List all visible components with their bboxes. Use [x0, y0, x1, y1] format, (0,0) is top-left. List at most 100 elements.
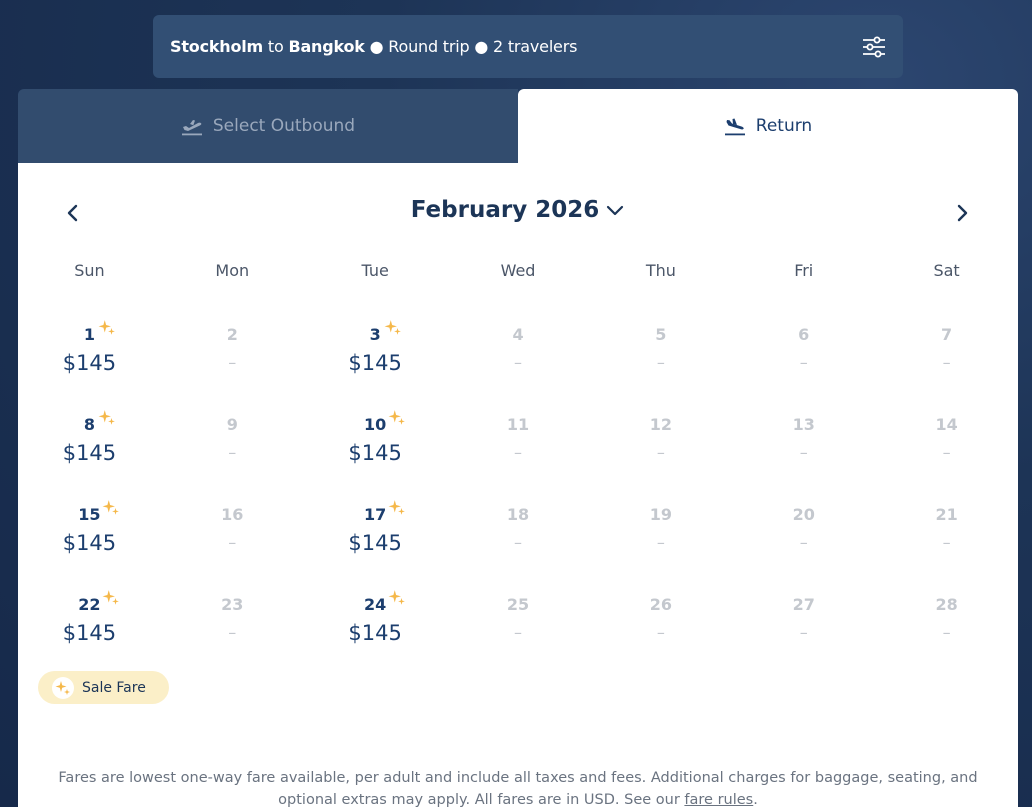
- calendar-day: 16 –: [161, 471, 304, 561]
- day-number: 24: [364, 595, 387, 614]
- calendar-day: 4–: [447, 291, 590, 381]
- trip-summary-bar[interactable]: Stockholm to Bangkok ● Round trip ● 2 tr…: [153, 15, 903, 78]
- tab-outbound-label: Select Outbound: [212, 116, 356, 136]
- no-fare-dash: –: [228, 533, 237, 552]
- day-number: 2: [226, 325, 238, 344]
- calendar-day[interactable]: 8 $145: [18, 381, 161, 471]
- fare-disclaimer: Fares are lowest one-way fare available,…: [38, 767, 998, 807]
- fare-price: $145: [62, 531, 117, 555]
- fare-price: $145: [62, 441, 117, 465]
- tab-return[interactable]: Return: [518, 89, 1018, 163]
- fare-rules-link[interactable]: fare rules: [684, 792, 753, 807]
- sale-sparkle-icon: [388, 590, 405, 605]
- calendar-day: 26 –: [589, 561, 732, 651]
- calendar-week: 8 $145 9–10 $145 11–12–13–14–: [18, 381, 1018, 471]
- sliders-icon[interactable]: [861, 34, 887, 60]
- calendar-day: 25 –: [447, 561, 590, 651]
- calendar-day[interactable]: 17 $145: [304, 471, 447, 561]
- no-fare-dash: –: [656, 443, 665, 462]
- day-number: 11: [506, 415, 530, 434]
- disclaimer-end: .: [753, 792, 758, 807]
- day-number: 21: [935, 505, 958, 524]
- legend-label: Sale Fare: [82, 679, 146, 696]
- no-fare-dash: –: [228, 623, 237, 642]
- sale-sparkle-icon: [388, 500, 405, 515]
- calendar-day[interactable]: 15 $145: [18, 471, 161, 561]
- calendar-day[interactable]: 24 $145: [304, 561, 447, 651]
- day-number: 6: [798, 325, 810, 344]
- month-navigation: February 2026: [18, 193, 1018, 233]
- next-month-button[interactable]: [948, 199, 976, 227]
- weekday-thu: Thu: [645, 261, 676, 280]
- origin-city: Stockholm: [170, 37, 264, 56]
- month-selector[interactable]: February 2026: [18, 197, 1018, 223]
- day-number: 19: [649, 505, 672, 524]
- calendar-week: 22 $145 23 – 24 $145 25 – 26 – 27 – 28 –: [18, 561, 1018, 651]
- fare-price: $145: [348, 351, 402, 375]
- day-number: 7: [941, 325, 953, 344]
- day-number: 9: [226, 415, 238, 434]
- sale-sparkle-icon: [102, 500, 119, 515]
- no-fare-dash: –: [656, 533, 665, 552]
- calendar-day[interactable]: 22 $145: [18, 561, 161, 651]
- calendar-week: 1 $145 2–3 $145 4–5–6–7–: [18, 291, 1018, 381]
- day-number: 4: [512, 325, 524, 344]
- calendar-day: 27 –: [732, 561, 875, 651]
- plane-landing-icon: [724, 118, 745, 136]
- day-number: 18: [506, 505, 530, 524]
- disclaimer-text: Fares are lowest one-way fare available,…: [58, 770, 978, 807]
- no-fare-dash: –: [942, 533, 951, 552]
- day-number: 12: [649, 415, 672, 434]
- calendar-day: 11 –: [447, 381, 590, 471]
- calendar-panel: February 2026 Sun Mon Tue Wed Thu Fri Sa…: [18, 163, 1018, 807]
- calendar-day: 19 –: [589, 471, 732, 561]
- day-number: 26: [649, 595, 672, 614]
- day-number: 27: [792, 595, 815, 614]
- no-fare-dash: –: [514, 443, 522, 462]
- calendar-week: 15 $145 16 – 17 $145 18 – 19 – 20 – 21 –: [18, 471, 1018, 561]
- no-fare-dash: –: [942, 623, 951, 642]
- calendar-day[interactable]: 1 $145: [18, 291, 161, 381]
- plane-takeoff-icon: [181, 120, 202, 136]
- sale-sparkle-icon: [388, 410, 405, 425]
- weekday-sun: Sun: [74, 261, 105, 280]
- calendar-weeks: 1 $145 2–3 $145 4–5–6–7–8 $145 9–10 $145 11–12–1…: [18, 291, 1018, 651]
- no-fare-dash: –: [799, 623, 808, 642]
- calendar-day: 9–: [161, 381, 304, 471]
- tab-select-outbound[interactable]: Select Outbound: [18, 89, 518, 163]
- day-number: 5: [655, 325, 667, 344]
- no-fare-dash: –: [656, 623, 665, 642]
- day-number: 22: [78, 595, 101, 614]
- calendar-day: 13 –: [732, 381, 875, 471]
- sale-sparkle-icon: [384, 320, 401, 335]
- calendar-day: 14 –: [875, 381, 1018, 471]
- calendar-day[interactable]: 3 $145: [304, 291, 447, 381]
- fare-price: $145: [348, 441, 402, 465]
- no-fare-dash: –: [942, 443, 951, 462]
- day-number: 13: [792, 415, 815, 434]
- day-number: 17: [364, 505, 387, 524]
- no-fare-dash: –: [942, 353, 951, 372]
- day-number: 10: [364, 415, 387, 434]
- weekday-sat: Sat: [933, 261, 960, 280]
- fare-price: $145: [62, 621, 117, 645]
- day-number: 28: [935, 595, 958, 614]
- fare-price: $145: [62, 351, 117, 375]
- calendar-day[interactable]: 10 $145: [304, 381, 447, 471]
- weekday-fri: Fri: [794, 261, 814, 280]
- no-fare-dash: –: [799, 353, 808, 372]
- day-number: 1: [83, 325, 95, 344]
- month-label: February 2026: [410, 197, 600, 223]
- sale-sparkle-icon: [98, 320, 115, 335]
- day-number: 25: [506, 595, 530, 614]
- no-fare-dash: –: [514, 533, 522, 552]
- day-number: 16: [221, 505, 244, 524]
- no-fare-dash: –: [799, 443, 808, 462]
- trip-summary: Stockholm to Bangkok ● Round trip ● 2 tr…: [170, 37, 577, 56]
- trip-details: ● Round trip ● 2 travelers: [364, 37, 578, 56]
- calendar-day: 12 –: [589, 381, 732, 471]
- no-fare-dash: –: [514, 353, 522, 372]
- chevron-right-icon: [957, 204, 968, 222]
- calendar-day: 23 –: [161, 561, 304, 651]
- calendar-day: 6–: [732, 291, 875, 381]
